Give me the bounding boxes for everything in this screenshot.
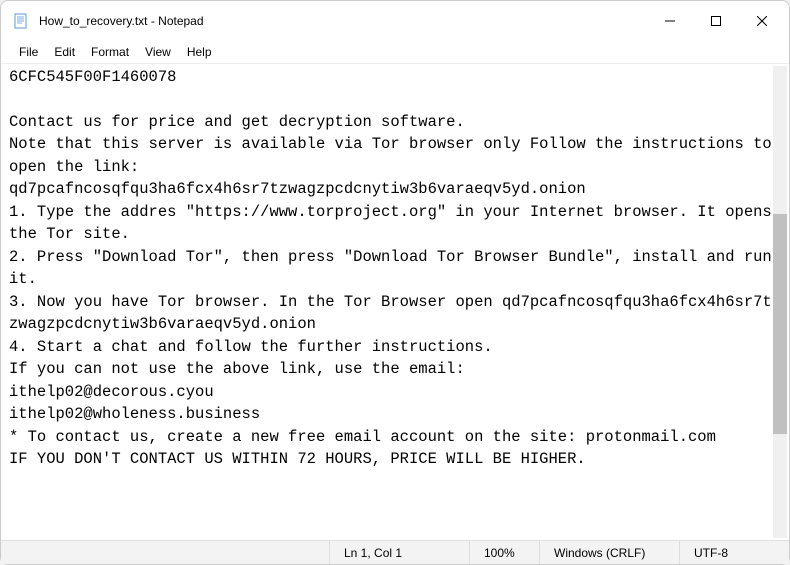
notepad-icon — [13, 13, 29, 29]
status-position: Ln 1, Col 1 — [329, 541, 469, 564]
titlebar: How_to_recovery.txt - Notepad — [1, 1, 789, 41]
status-line-ending: Windows (CRLF) — [539, 541, 679, 564]
menu-edit[interactable]: Edit — [46, 43, 83, 61]
statusbar: Ln 1, Col 1 100% Windows (CRLF) UTF-8 — [1, 540, 789, 564]
menu-format[interactable]: Format — [83, 43, 137, 61]
scrollbar-thumb[interactable] — [773, 214, 787, 434]
menu-help[interactable]: Help — [179, 43, 220, 61]
menu-file[interactable]: File — [11, 43, 46, 61]
status-zoom: 100% — [469, 541, 539, 564]
menu-view[interactable]: View — [137, 43, 179, 61]
maximize-button[interactable] — [693, 5, 739, 37]
notepad-window: How_to_recovery.txt - Notepad File Edit … — [0, 0, 790, 565]
menubar: File Edit Format View Help — [1, 41, 789, 63]
text-editor[interactable]: 6CFC545F00F1460078 Contact us for price … — [1, 64, 789, 540]
minimize-button[interactable] — [647, 5, 693, 37]
window-title: How_to_recovery.txt - Notepad — [39, 14, 204, 28]
status-encoding: UTF-8 — [679, 541, 789, 564]
close-button[interactable] — [739, 5, 785, 37]
